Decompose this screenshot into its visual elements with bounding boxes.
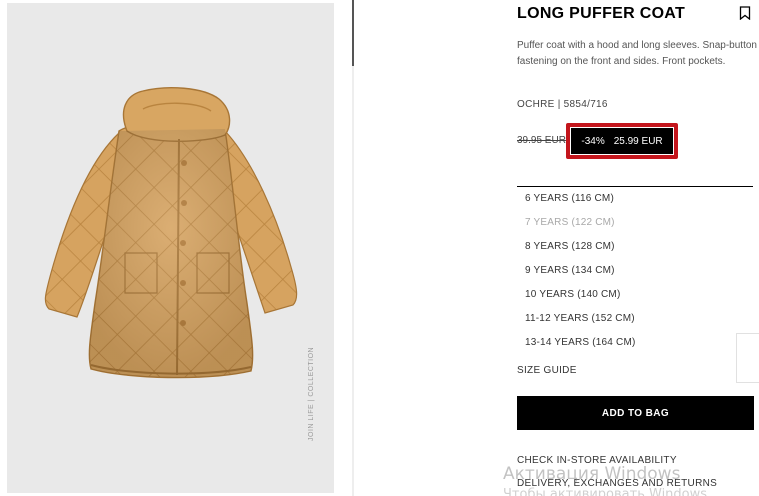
size-option-8-years[interactable]: 8 YEARS (128 CM) (517, 238, 753, 262)
product-image[interactable]: JOIN LIFE | COLLECTION (7, 3, 334, 493)
image-scrollbar-thumb[interactable] (352, 0, 354, 66)
size-option-10-years[interactable]: 10 YEARS (140 CM) (517, 286, 753, 310)
current-price: 25.99 EUR (613, 135, 663, 147)
color-reference: OCHRE | 5854/716 (517, 99, 608, 110)
windows-activation-watermark: Активация Windows (503, 464, 681, 484)
size-list: 6 YEARS (116 CM) 7 YEARS (122 CM) 8 YEAR… (517, 190, 753, 358)
old-price: 39.95 EUR (517, 135, 566, 146)
size-option-11-12-years[interactable]: 11-12 YEARS (152 CM) (517, 310, 753, 334)
size-option-7-years[interactable]: 7 YEARS (122 CM) (517, 214, 753, 238)
size-option-9-years[interactable]: 9 YEARS (134 CM) (517, 262, 753, 286)
product-title: LONG PUFFER COAT (517, 5, 686, 22)
add-to-bag-button[interactable]: ADD TO BAG (517, 396, 754, 430)
image-scrollbar-track[interactable] (352, 0, 354, 496)
size-guide-link[interactable]: SIZE GUIDE (517, 365, 577, 376)
windows-activation-subtext: Чтобы активировать Windows (503, 487, 708, 496)
size-list-divider (517, 186, 753, 187)
collection-caption: JOIN LIFE | COLLECTION (308, 346, 315, 441)
size-option-13-14-years[interactable]: 13-14 YEARS (164 CM) (517, 334, 753, 358)
bookmark-icon[interactable] (739, 6, 751, 20)
size-option-6-years[interactable]: 6 YEARS (116 CM) (517, 190, 753, 214)
puffer-coat-image (44, 87, 298, 379)
product-description: Puffer coat with a hood and long sleeves… (517, 40, 757, 67)
side-widget-tab[interactable] (736, 333, 759, 383)
discount-percent: -34% (581, 135, 605, 147)
price-badge: -34% 25.99 EUR (571, 128, 673, 154)
